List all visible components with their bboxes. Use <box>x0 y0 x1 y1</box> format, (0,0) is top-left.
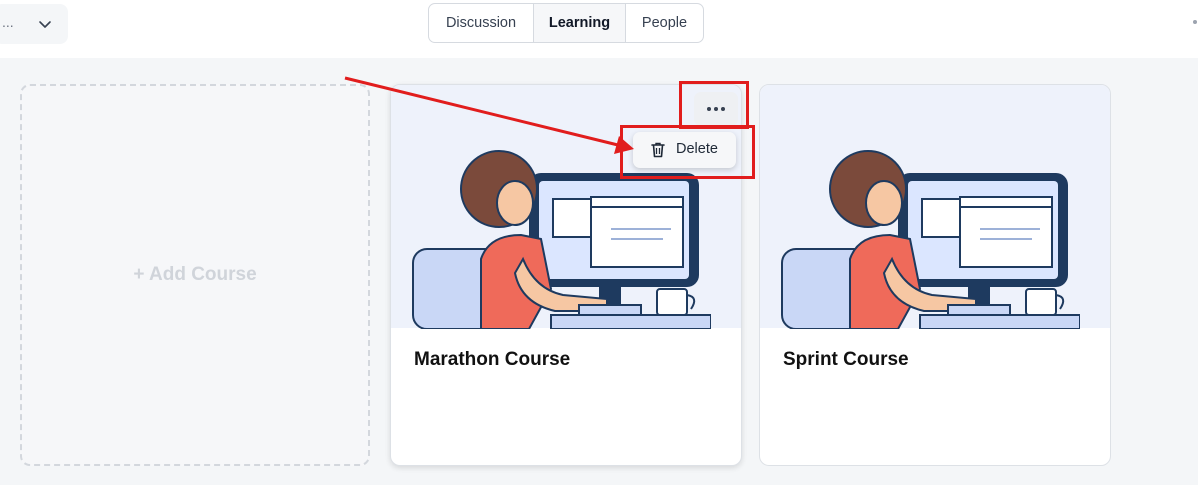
workspace-select-value: ... <box>2 14 14 30</box>
workspace-select[interactable]: ... <box>0 4 68 44</box>
course-card-sprint[interactable]: Sprint Course <box>759 84 1111 466</box>
more-horizontal-icon <box>707 107 725 111</box>
course-thumbnail <box>760 85 1110 329</box>
course-title: Sprint Course <box>783 349 909 370</box>
add-course-card[interactable]: + Add Course <box>20 84 370 466</box>
trash-icon <box>651 142 665 158</box>
course-more-options-button[interactable] <box>694 92 738 126</box>
person-at-computer-illustration <box>781 150 1080 329</box>
tab-discussion[interactable]: Discussion <box>429 4 533 42</box>
tab-learning[interactable]: Learning <box>533 4 625 42</box>
menu-item-delete[interactable]: Delete <box>676 141 718 157</box>
course-title: Marathon Course <box>414 349 571 370</box>
chevron-down-icon <box>39 21 51 28</box>
section-tabs: Discussion Learning People <box>428 3 704 43</box>
course-thumbnail <box>391 85 741 329</box>
add-course-label: + Add Course <box>133 264 257 285</box>
edge-handle <box>1193 20 1197 24</box>
course-context-menu: Delete <box>633 132 736 168</box>
tab-people[interactable]: People <box>625 4 703 42</box>
top-bar: ... Discussion Learning People <box>0 0 1198 58</box>
